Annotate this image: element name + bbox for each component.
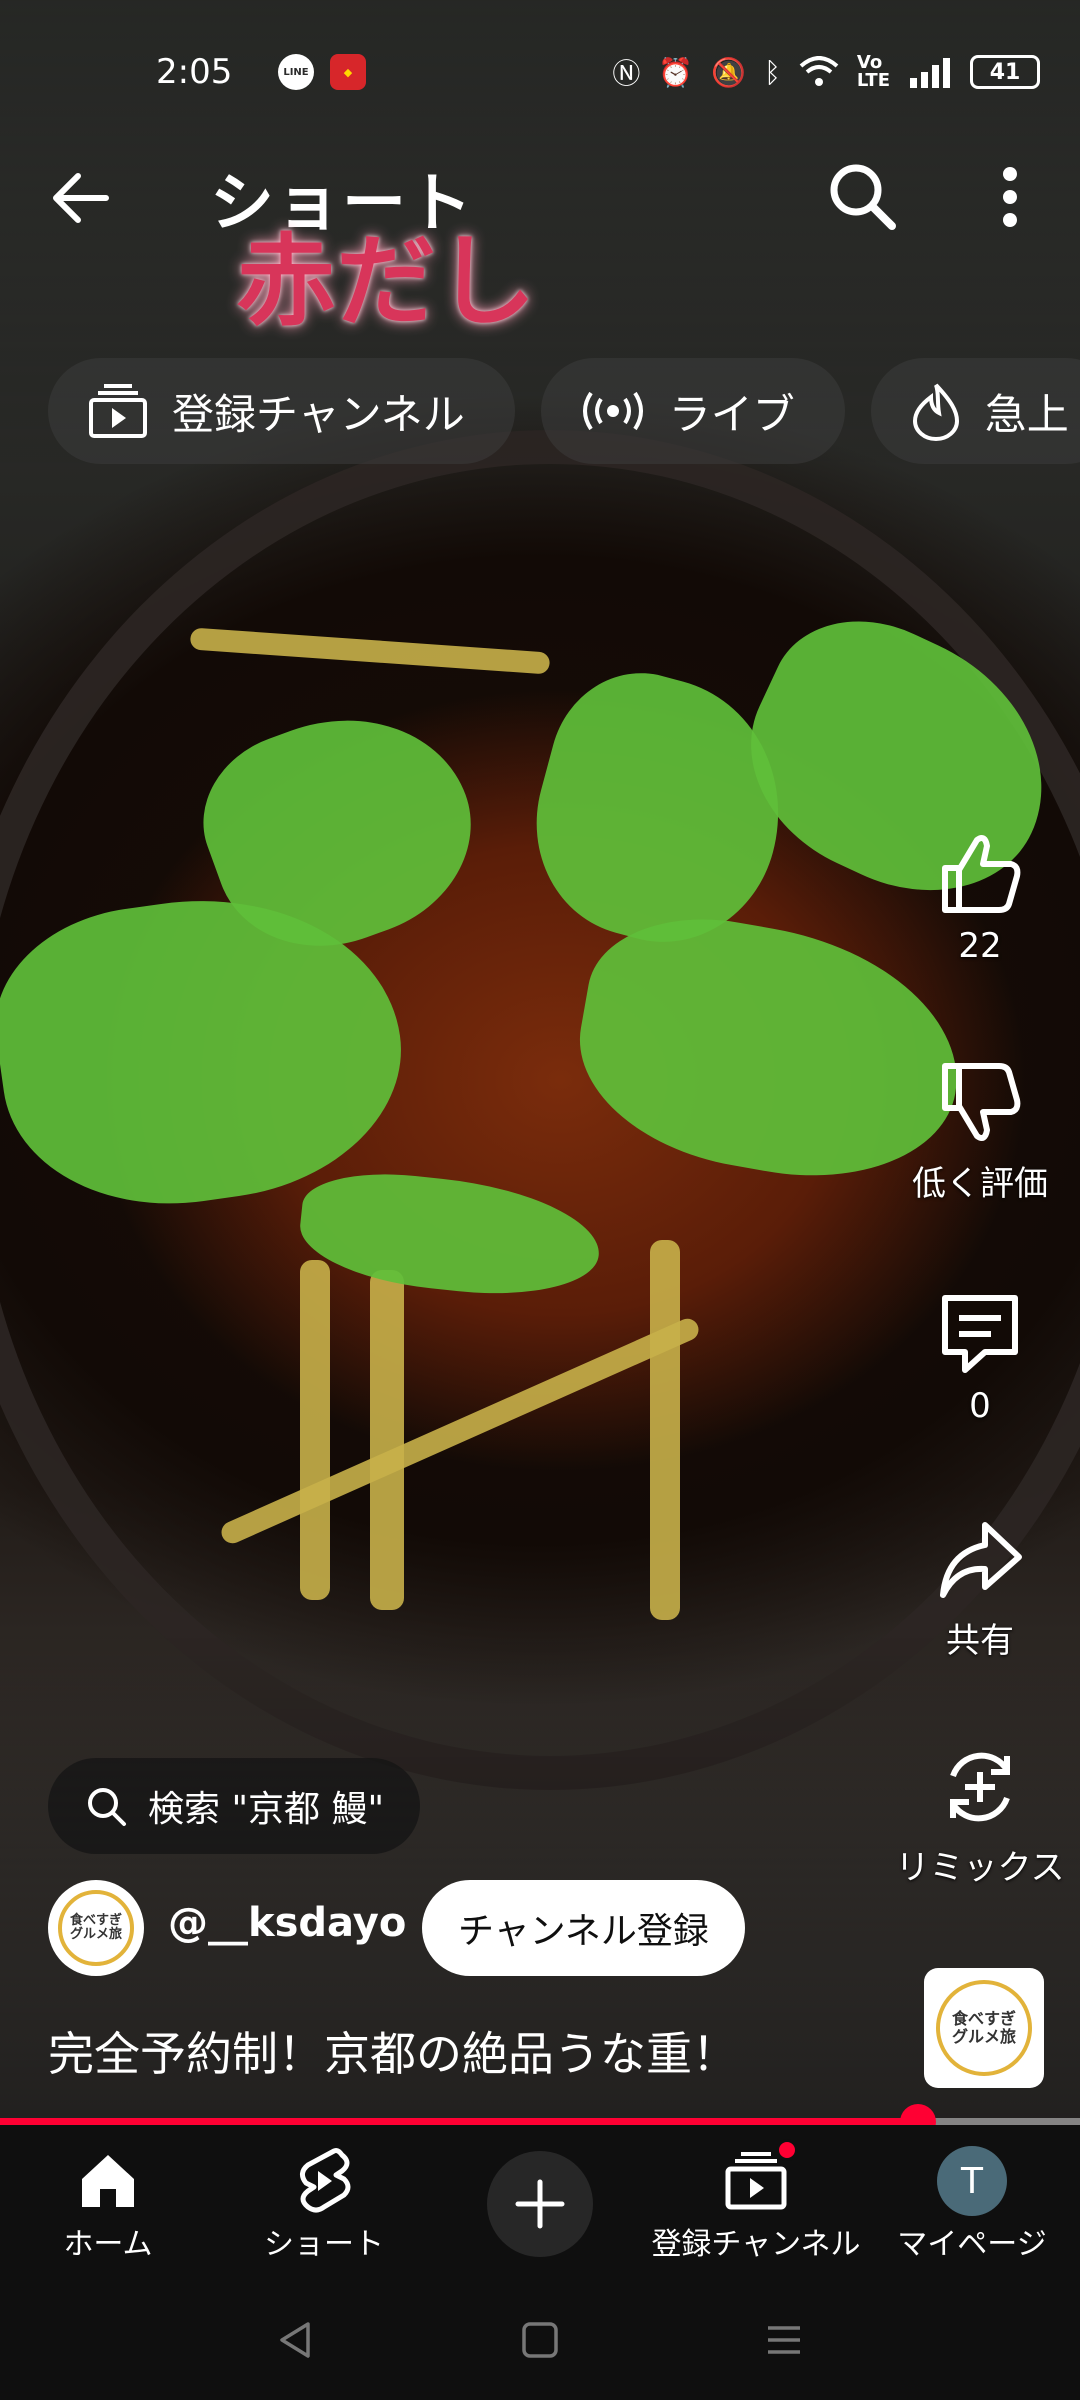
mute-icon: 🔕 xyxy=(711,55,747,89)
chip-live[interactable]: ライブ xyxy=(540,358,845,464)
more-vert-icon xyxy=(1003,167,1017,227)
like-button[interactable]: 22 xyxy=(880,828,1080,966)
status-icons: Ⓝ ⏰ 🔕 ᛒ Vo LTE 41 xyxy=(612,52,1040,92)
video-caption[interactable]: 完全予約制！京都の絶品うな重！ xyxy=(48,2018,738,2084)
shorts-icon xyxy=(300,2148,351,2213)
chip-trending[interactable]: 急上 xyxy=(870,358,1080,464)
search-suggestion[interactable]: 検索 "京都 鰻" xyxy=(48,1758,421,1854)
search-icon xyxy=(88,1788,126,1826)
chip-label: 登録チャンネル xyxy=(172,389,465,439)
system-nav-bar xyxy=(0,2280,1080,2400)
system-home-icon[interactable] xyxy=(518,2318,562,2362)
nav-label: ホーム xyxy=(63,2227,153,2262)
avatar: T xyxy=(937,2146,1007,2216)
garnish-stem xyxy=(650,1240,680,1620)
alarm-icon: ⏰ xyxy=(658,55,694,89)
remix-label: リミックス xyxy=(895,1848,1065,1888)
thumbs-down-icon xyxy=(942,1063,1021,1141)
nfc-icon: Ⓝ xyxy=(612,57,641,90)
volte-icon: Vo LTE xyxy=(856,52,890,91)
status-bar: 2:05 LINE ◆ Ⓝ ⏰ 🔕 ᛒ Vo LTE 41 xyxy=(0,0,1080,140)
status-time: 2:05 xyxy=(156,52,233,92)
comment-button[interactable]: 0 xyxy=(880,1288,1080,1426)
nav-create[interactable] xyxy=(432,2125,648,2280)
video-progress-bar[interactable] xyxy=(0,2104,1080,2140)
signal-icon xyxy=(910,58,950,88)
trending-icon xyxy=(912,383,959,441)
header: ショート xyxy=(0,140,1080,250)
nav-label: ショート xyxy=(264,2227,384,2262)
bluetooth-icon: ᛒ xyxy=(764,55,781,89)
comment-icon xyxy=(942,1295,1018,1373)
more-options-button[interactable] xyxy=(970,152,1050,242)
search-suggestion-text: 検索 "京都 鰻" xyxy=(148,1789,385,1830)
like-count: 22 xyxy=(958,926,1002,966)
battery-indicator: 41 xyxy=(970,55,1040,89)
sound-thumbnail[interactable]: 食べすぎ グルメ旅 xyxy=(924,1968,1044,2088)
subscriptions-icon xyxy=(725,2152,787,2210)
progress-fill xyxy=(0,2118,918,2125)
dislike-label: 低く評価 xyxy=(912,1164,1048,1204)
channel-logo: 食べすぎ グルメ旅 xyxy=(58,1890,134,1966)
share-button[interactable]: 共有 xyxy=(880,1515,1080,1662)
garnish-stem xyxy=(300,1260,330,1600)
nav-shorts[interactable]: ショート xyxy=(216,2125,432,2280)
channel-logo: 食べすぎ グルメ旅 xyxy=(936,1980,1032,2076)
video-overlay-text: 赤だし xyxy=(236,223,536,340)
line-app-icon: LINE xyxy=(278,54,314,90)
comment-count: 0 xyxy=(969,1386,991,1426)
share-label: 共有 xyxy=(946,1621,1014,1661)
chip-label: ライブ xyxy=(668,389,795,439)
nav-label: マイページ xyxy=(897,2227,1047,2262)
remix-icon xyxy=(950,1752,1010,1822)
search-button[interactable] xyxy=(818,152,908,242)
thumbs-up-icon xyxy=(942,835,1021,913)
system-recents-icon[interactable] xyxy=(762,2318,806,2362)
filter-chips: 登録チャンネル ライブ 急上 xyxy=(48,358,1080,464)
plus-icon xyxy=(515,2179,565,2229)
share-icon xyxy=(940,1522,1022,1598)
chip-label: 急上 xyxy=(984,389,1069,439)
system-back-icon[interactable] xyxy=(274,2318,318,2362)
notification-app-icon: ◆ xyxy=(330,54,366,90)
nav-label: 登録チャンネル xyxy=(651,2227,861,2262)
dislike-button[interactable]: 低く評価 xyxy=(880,1058,1080,1205)
garnish-stem xyxy=(370,1270,404,1610)
remix-button[interactable]: リミックス xyxy=(880,1742,1080,1889)
live-icon xyxy=(582,391,643,431)
nav-mypage[interactable]: T マイページ xyxy=(864,2125,1080,2280)
arrow-left-icon xyxy=(53,173,109,223)
wifi-icon xyxy=(799,56,839,86)
subscribe-button[interactable]: チャンネル登録 xyxy=(422,1880,745,1976)
chip-subscriptions[interactable]: 登録チャンネル xyxy=(48,358,515,464)
channel-avatar[interactable]: 食べすぎ グルメ旅 xyxy=(48,1880,144,1976)
subscriptions-icon xyxy=(89,384,147,438)
bottom-nav: ホーム ショート 登録チャンネル T マイページ xyxy=(0,2125,1080,2280)
nav-subscriptions[interactable]: 登録チャンネル xyxy=(648,2125,864,2280)
home-icon xyxy=(82,2155,134,2207)
nav-home[interactable]: ホーム xyxy=(0,2125,216,2280)
search-icon xyxy=(830,164,896,230)
channel-handle[interactable]: @__ksdayo xyxy=(168,1900,406,1946)
notification-dot xyxy=(776,2139,798,2161)
create-button[interactable] xyxy=(487,2151,593,2257)
back-button[interactable] xyxy=(40,158,120,238)
